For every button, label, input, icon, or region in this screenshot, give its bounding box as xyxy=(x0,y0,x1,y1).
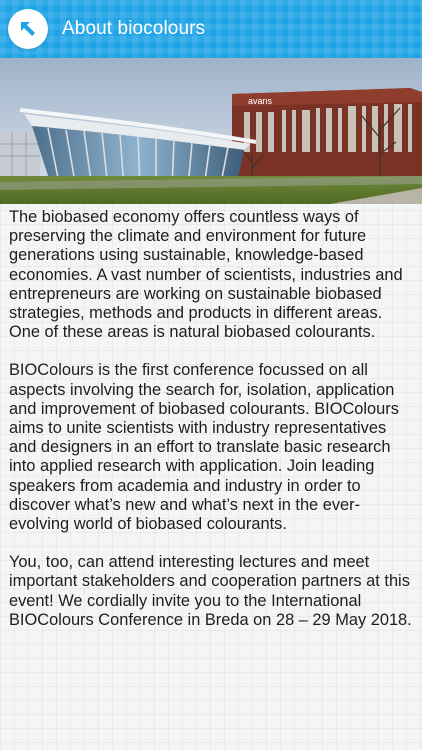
app-bar: About biocolours xyxy=(0,0,422,58)
paragraph: BIOColours is the first conference focus… xyxy=(9,361,399,534)
paragraph: The biobased economy offers countless wa… xyxy=(9,208,403,342)
page-title: About biocolours xyxy=(62,18,206,39)
hero-image: avans xyxy=(0,58,422,204)
arrow-up-left-icon xyxy=(21,22,35,36)
back-button[interactable] xyxy=(8,9,48,49)
about-text: The biobased economy offers countless wa… xyxy=(9,208,415,649)
paragraph: You, too, can attend interesting lecture… xyxy=(9,553,412,629)
building-sign: avans xyxy=(248,96,273,106)
